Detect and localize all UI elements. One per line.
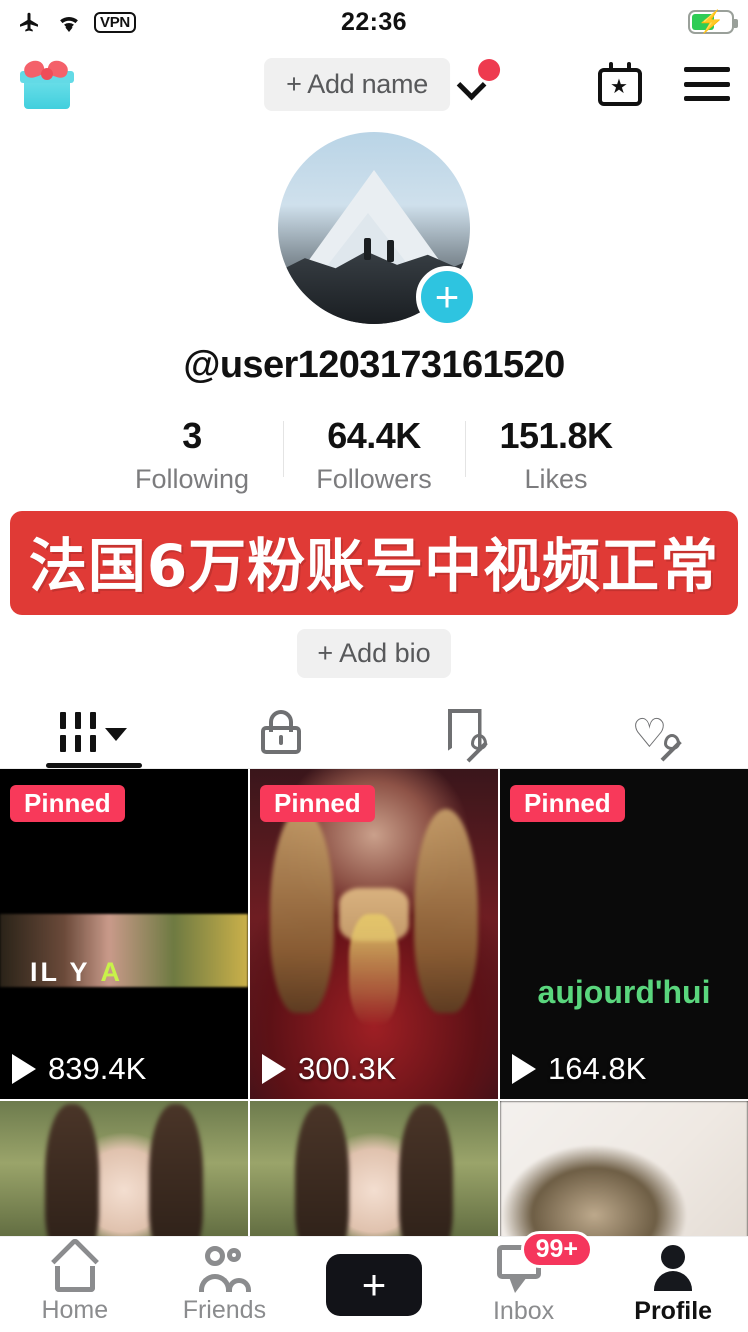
- avatar-wrapper[interactable]: +: [278, 132, 478, 328]
- video-caption-overlay: aujourd'hui: [537, 973, 711, 1010]
- pinned-badge: Pinned: [260, 785, 375, 822]
- nav-label: Inbox: [492, 1297, 555, 1325]
- tab-videos-grid[interactable]: [0, 696, 187, 768]
- inbox-icon: 99+: [496, 1231, 593, 1293]
- profile-header: + Add name ★: [0, 44, 748, 124]
- inbox-unread-badge: 99+: [520, 1231, 593, 1268]
- friends-icon: [195, 1244, 253, 1292]
- calendar-star-icon[interactable]: ★: [598, 62, 642, 106]
- nav-label: Friends: [182, 1296, 267, 1324]
- video-thumbnail[interactable]: Pinned IL Y A 839.4K: [0, 769, 248, 1099]
- stat-likes[interactable]: 151.8K Likes: [465, 415, 647, 495]
- stat-followers[interactable]: 64.4K Followers: [283, 415, 465, 495]
- stat-label: Likes: [524, 464, 588, 494]
- avatar-add-icon[interactable]: +: [416, 266, 478, 328]
- video-grid: Pinned IL Y A 839.4K Pinned 300.3K Pinne…: [0, 769, 748, 1264]
- nav-item-profile[interactable]: Profile: [598, 1243, 748, 1326]
- header-actions: ★: [598, 62, 730, 106]
- add-name-group: + Add name: [264, 57, 500, 111]
- gift-box-icon[interactable]: [18, 55, 76, 113]
- stat-value: 151.8K: [499, 415, 613, 456]
- nav-item-friends[interactable]: Friends: [150, 1244, 300, 1325]
- video-thumbnail[interactable]: Pinned 300.3K: [250, 769, 498, 1099]
- lock-icon: [260, 710, 301, 754]
- tiktok-profile-screen: VPN 22:36 ⚡ + Add name ★ + @user12031731…: [0, 0, 748, 1332]
- status-bar-right-icons: ⚡: [688, 10, 738, 34]
- home-icon: [48, 1236, 102, 1292]
- profile-stats: 3 Following 64.4K Followers 151.8K Likes: [0, 415, 748, 495]
- stat-value: 3: [182, 415, 202, 456]
- promo-banner-text: 法国6万粉账号中视频正常: [28, 532, 720, 600]
- add-bio-button[interactable]: + Add bio: [297, 629, 451, 678]
- bookmark-hidden-icon: [447, 709, 488, 762]
- stat-following[interactable]: 3 Following: [101, 415, 283, 495]
- battery-charging-icon: ⚡: [688, 10, 738, 34]
- video-view-count: 839.4K: [48, 1051, 147, 1086]
- video-thumbnail[interactable]: Pinned aujourd'hui 164.8K: [500, 769, 748, 1099]
- nav-item-home[interactable]: Home: [0, 1236, 150, 1325]
- heart-hidden-icon: ♡: [632, 710, 681, 761]
- promo-banner: 法国6万粉账号中视频正常: [10, 511, 738, 615]
- play-icon: [12, 1054, 36, 1084]
- notification-dot: [477, 59, 500, 81]
- video-caption-overlay: IL Y A: [30, 957, 124, 988]
- bio-row: + Add bio: [0, 629, 748, 678]
- pinned-badge: Pinned: [10, 785, 125, 822]
- profile-section: + @user1203173161520 3 Following 64.4K F…: [0, 124, 748, 678]
- status-bar-clock: 22:36: [341, 7, 407, 36]
- grid-icon: [60, 712, 127, 752]
- create-plus-icon[interactable]: +: [317, 1253, 430, 1316]
- tab-saved[interactable]: [374, 696, 561, 768]
- video-views: 839.4K: [12, 1051, 146, 1087]
- stat-value: 64.4K: [327, 415, 421, 456]
- chevron-down-icon[interactable]: [105, 728, 127, 741]
- nav-label: Profile: [634, 1297, 713, 1325]
- tab-liked[interactable]: ♡: [561, 696, 748, 768]
- chevron-down-icon[interactable]: [458, 59, 500, 97]
- profile-username: @user1203173161520: [183, 344, 565, 386]
- video-view-count: 300.3K: [298, 1051, 397, 1086]
- nav-label: Home: [41, 1296, 109, 1324]
- add-name-button[interactable]: + Add name: [264, 57, 450, 111]
- video-views: 300.3K: [262, 1051, 396, 1087]
- profile-icon: [648, 1243, 698, 1293]
- play-icon: [512, 1054, 536, 1084]
- stat-label: Followers: [316, 464, 432, 494]
- stat-label: Following: [134, 464, 250, 494]
- video-views: 164.8K: [512, 1051, 646, 1087]
- profile-tabs: ♡: [0, 696, 748, 769]
- nav-item-inbox[interactable]: 99+ Inbox: [449, 1231, 599, 1326]
- pinned-badge: Pinned: [510, 785, 625, 822]
- play-icon: [262, 1054, 286, 1084]
- status-bar: VPN 22:36 ⚡: [0, 0, 748, 44]
- tab-private[interactable]: [187, 696, 374, 768]
- video-view-count: 164.8K: [548, 1051, 647, 1086]
- bottom-navigation-bar: Home Friends + 99+ Inbox Profile: [0, 1231, 748, 1332]
- hamburger-menu-icon[interactable]: [684, 67, 730, 101]
- nav-item-create[interactable]: +: [299, 1253, 449, 1316]
